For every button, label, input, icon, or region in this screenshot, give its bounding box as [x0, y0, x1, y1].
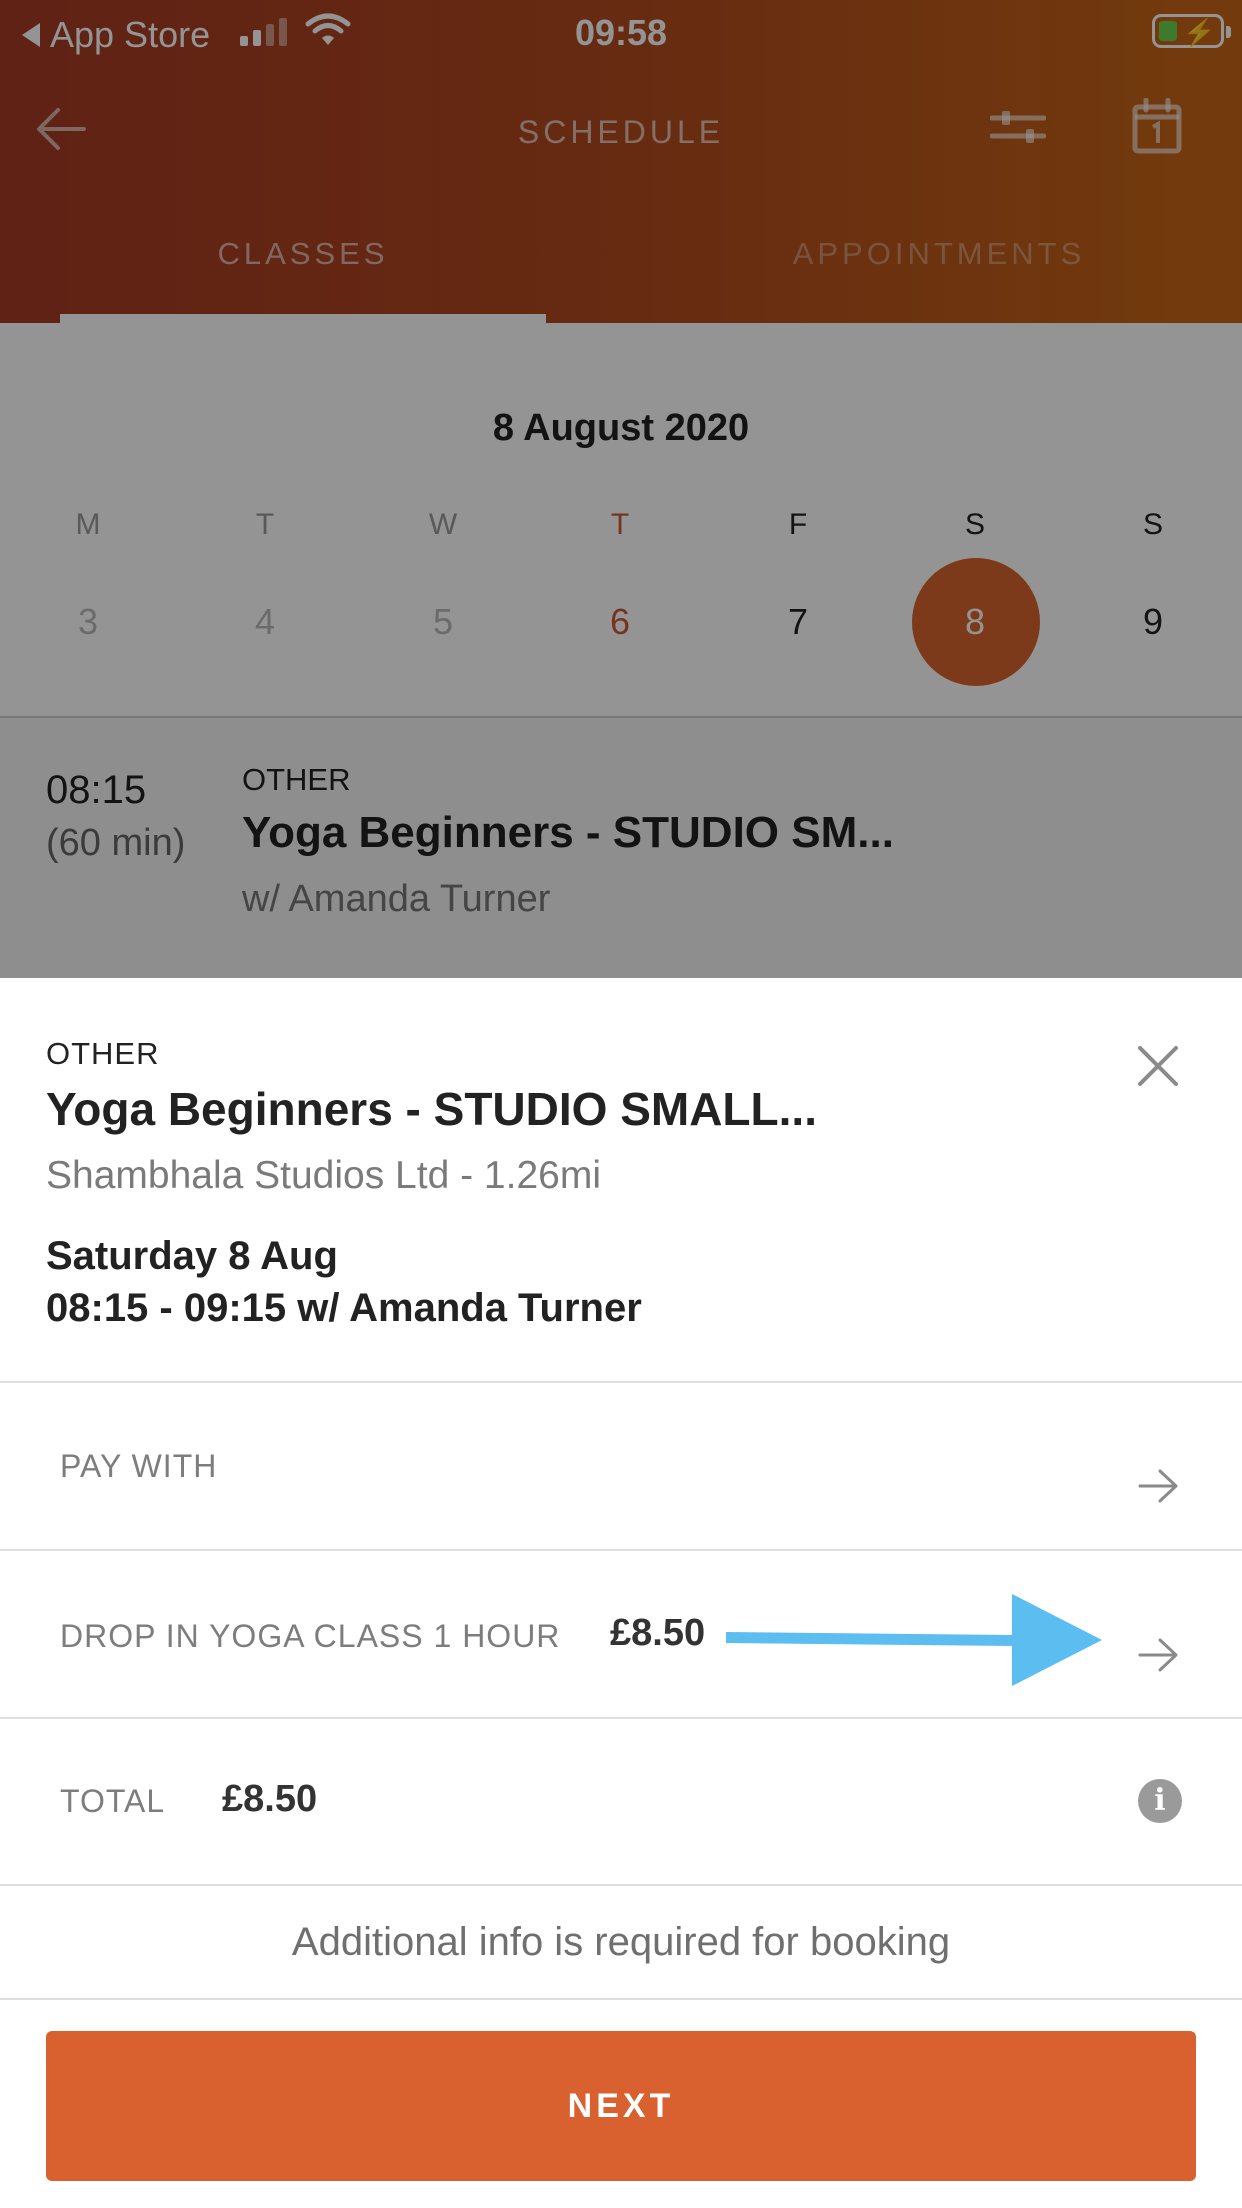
info-icon[interactable]: i: [1138, 1779, 1182, 1823]
sheet-venue: Shambhala Studios Ltd - 1.26mi: [46, 1154, 601, 1197]
annotation-arrow-icon: [726, 1594, 1102, 1686]
divider: [0, 1998, 1242, 2000]
modal-backdrop[interactable]: [0, 0, 1242, 978]
pay-with-label[interactable]: PAY WITH: [60, 1448, 217, 1485]
additional-info-notice[interactable]: Additional info is required for booking: [0, 1920, 1242, 1965]
divider: [0, 1381, 1242, 1383]
divider: [0, 1549, 1242, 1551]
pay-with-chevron-right-icon[interactable]: [1136, 1466, 1182, 1506]
booking-sheet: OTHER Yoga Beginners - STUDIO SMALL... S…: [0, 978, 1242, 2208]
sheet-date: Saturday 8 Aug: [46, 1234, 338, 1278]
close-icon[interactable]: [1130, 1038, 1186, 1094]
divider: [0, 1717, 1242, 1719]
next-button[interactable]: NEXT: [46, 2031, 1196, 2181]
pricing-option-chevron-right-icon[interactable]: [1136, 1635, 1182, 1675]
total-value: £8.50: [222, 1778, 318, 1820]
sheet-category: OTHER: [46, 1036, 160, 1071]
divider: [0, 1884, 1242, 1886]
sheet-time-instructor: 08:15 - 09:15 w/ Amanda Turner: [46, 1286, 642, 1330]
pricing-option-price: £8.50: [610, 1612, 706, 1654]
total-label: TOTAL: [60, 1783, 166, 1819]
sheet-class-title: Yoga Beginners - STUDIO SMALL...: [46, 1083, 817, 1135]
pricing-option-label[interactable]: DROP IN YOGA CLASS 1 HOUR: [60, 1618, 560, 1655]
